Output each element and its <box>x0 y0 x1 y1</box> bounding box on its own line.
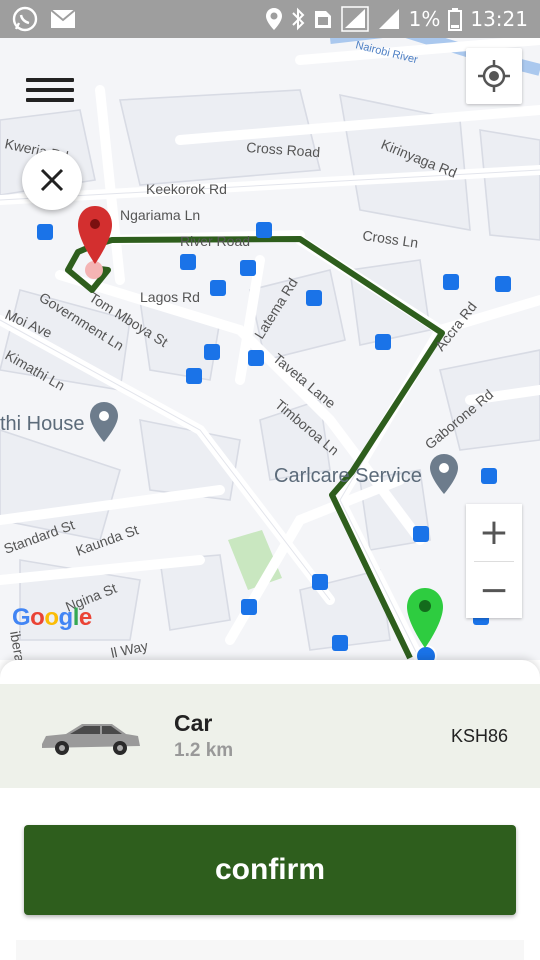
place-carlcare-label: Carlcare Service <box>274 465 422 487</box>
trip-distance: 1.2 km <box>174 740 234 761</box>
google-logo: Google <box>12 604 92 631</box>
location-icon <box>265 8 282 30</box>
sheet-footer <box>16 940 524 960</box>
zoom-in-button[interactable]: + <box>466 504 522 561</box>
menu-button[interactable] <box>26 72 74 106</box>
signal-icon-2 <box>378 9 399 29</box>
ride-sheet: Car 1.2 km KSH86 confirm <box>0 660 540 960</box>
confirm-button[interactable]: confirm <box>24 825 516 915</box>
bluetooth-icon <box>291 7 305 31</box>
fare-price: KSH86 <box>450 726 508 746</box>
close-button[interactable] <box>22 150 82 210</box>
place-house-label: thi House <box>0 413 85 435</box>
street-river-road: River Road <box>180 233 250 249</box>
street-cross-ln: Cross Ln <box>362 227 420 251</box>
battery-percent: 1% <box>408 7 441 31</box>
signal-icon-1 <box>340 6 369 32</box>
hamburger-icon <box>26 78 74 82</box>
my-location-icon <box>478 60 510 92</box>
close-icon <box>40 168 64 192</box>
status-bar: 1% 13:21 <box>0 0 540 38</box>
street-lagos-rd: Lagos Rd <box>140 289 200 305</box>
street-nairobi-river: Nairobi River <box>354 39 419 66</box>
clock: 13:21 <box>470 7 528 31</box>
car-icon <box>42 724 140 755</box>
battery-icon <box>448 8 463 31</box>
map-canvas: Nairobi River Kweria Rd Moi Ave Kimathi … <box>0 38 540 660</box>
zoom-controls: + − <box>466 504 522 618</box>
street-wall-way: ll Way <box>109 637 149 660</box>
email-icon <box>50 9 76 28</box>
map-view[interactable]: Nairobi River Kweria Rd Moi Ave Kimathi … <box>0 38 540 660</box>
whatsapp-icon <box>12 6 38 32</box>
street-ngariama-ln: Ngariama Ln <box>120 207 200 223</box>
vehicle-option[interactable]: Car 1.2 km KSH86 <box>0 684 540 788</box>
vehicle-name: Car <box>174 710 213 736</box>
sim-icon <box>314 11 331 28</box>
street-keekorok-rd: Keekorok Rd <box>146 181 227 197</box>
my-location-button[interactable] <box>466 48 522 104</box>
zoom-out-button[interactable]: − <box>466 562 522 619</box>
